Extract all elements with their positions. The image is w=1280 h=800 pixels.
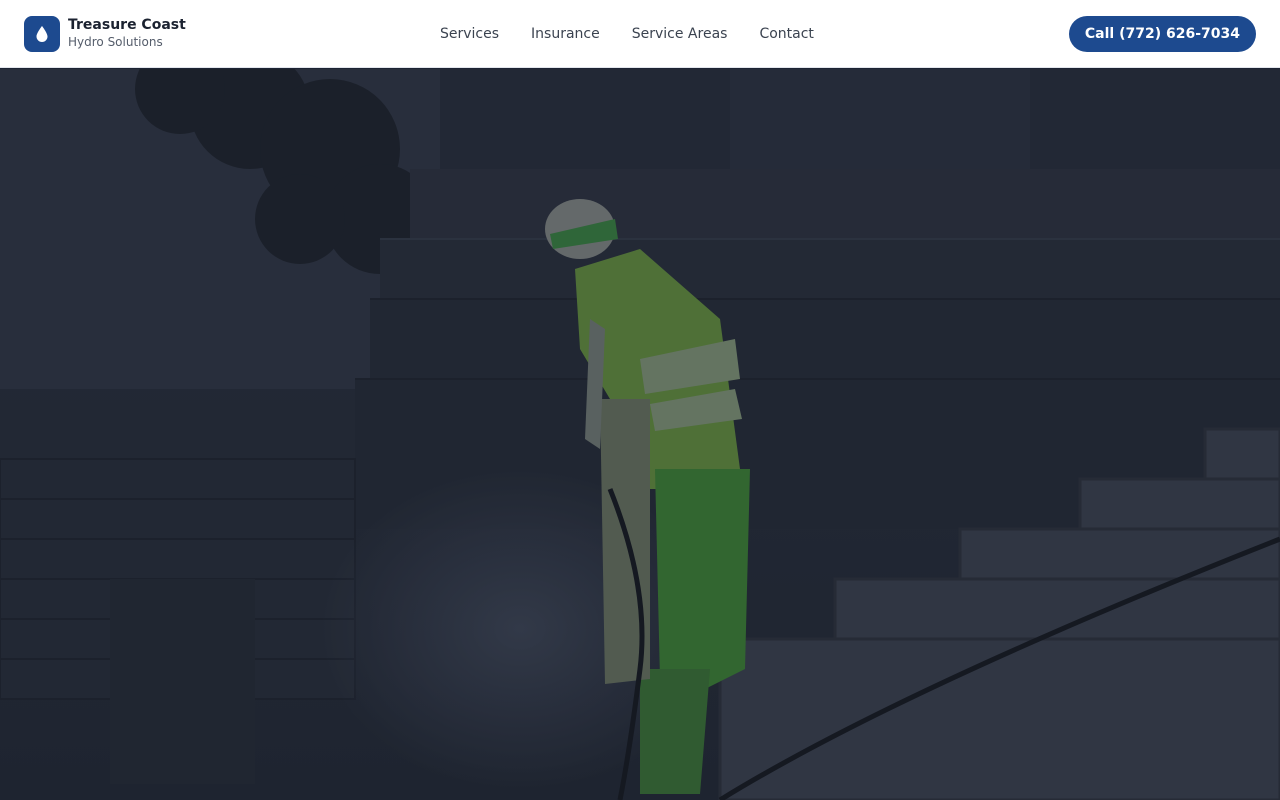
brand-text: Treasure Coast Hydro Solutions [68,17,186,49]
brand-name: Treasure Coast [68,17,186,34]
main-nav: Services Insurance Service Areas Contact [440,0,814,68]
brand-link[interactable]: Treasure Coast Hydro Solutions [24,15,186,52]
water-drop-icon [24,15,60,52]
site-header: Treasure Coast Hydro Solutions Services … [0,0,1280,68]
brand-subtitle: Hydro Solutions [68,35,163,50]
nav-link-services[interactable]: Services [440,26,499,42]
nav-link-contact[interactable]: Contact [759,26,813,42]
nav-link-insurance[interactable]: Insurance [531,26,600,42]
call-button[interactable]: Call (772) 626-7034 [1068,16,1256,52]
hero-section [0,69,1280,800]
nav-link-service-areas[interactable]: Service Areas [632,26,728,42]
hero-background-photo [0,69,1280,800]
